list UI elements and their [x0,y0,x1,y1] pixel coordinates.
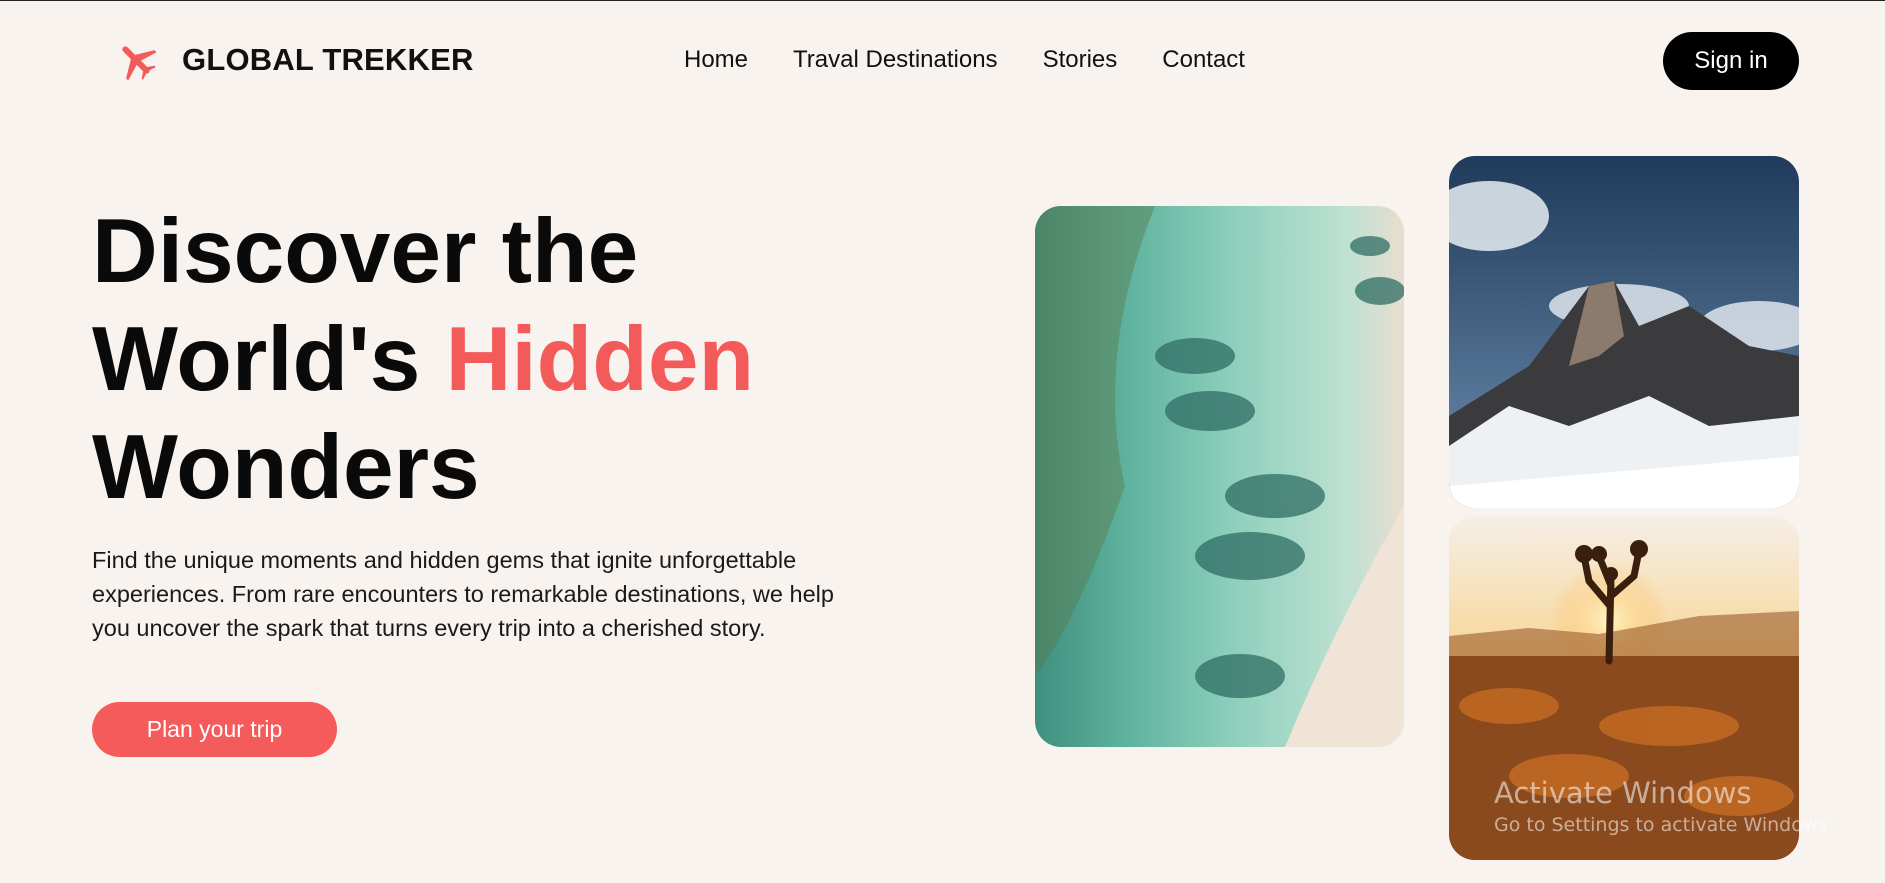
top-border [0,0,1885,1]
hero-title-line-2-prefix: World's [92,309,446,410]
beach-aerial-photo [1035,206,1404,747]
watermark-title: Activate Windows [1494,776,1752,810]
nav-home[interactable]: Home [684,46,748,74]
sign-in-button[interactable]: Sign in [1663,32,1799,90]
brand[interactable]: GLOBAL TREKKER [114,38,474,82]
windows-activation-watermark: Activate Windows Go to Settings to activ… [1494,776,1834,836]
hero-title-line-3: Wonders [92,417,480,518]
brand-name: GLOBAL TREKKER [182,42,474,77]
hero-title-line-1: Discover the [92,201,639,302]
nav-stories[interactable]: Stories [1043,46,1118,74]
hero-description: Find the unique moments and hidden gems … [92,547,834,641]
hero-title-accent: Hidden [445,309,755,410]
plan-trip-button[interactable]: Plan your trip [92,702,337,757]
airplane-icon [114,38,158,82]
snowy-mountain-photo [1449,156,1799,508]
nav-contact[interactable]: Contact [1162,46,1245,74]
nav-travel-destinations[interactable]: Traval Destinations [793,46,998,74]
hero-title: Discover the World's Hidden Wonders [92,198,912,522]
watermark-subtitle: Go to Settings to activate Windows. [1494,814,1835,836]
main-nav: Home Traval Destinations Stories Contact [684,46,1290,74]
